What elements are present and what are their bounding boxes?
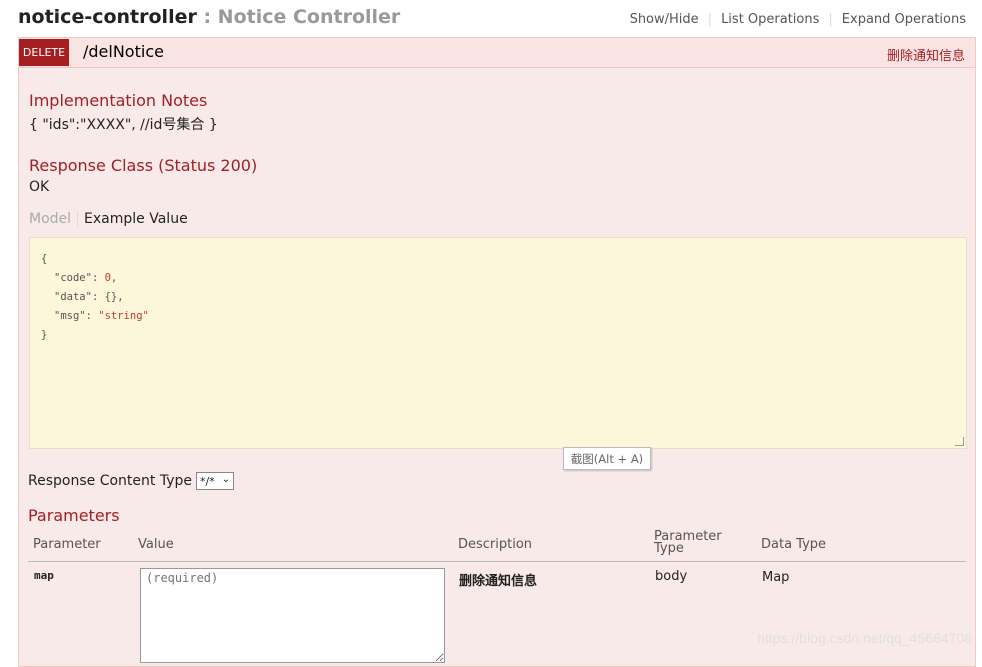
parameters-table-header: Parameter Value Description Parameter Ty… <box>28 528 966 562</box>
json-line-msg: "msg": "string" <box>54 310 149 322</box>
operation-summary[interactable]: 删除通知信息 <box>887 45 965 64</box>
json-key: "code" <box>54 272 92 284</box>
parameters-title: Parameters <box>28 506 120 525</box>
model-tabs: Model Example Value <box>29 211 188 227</box>
th-value: Value <box>138 537 174 552</box>
response-class-value: OK <box>29 179 50 195</box>
list-operations-link[interactable]: List Operations <box>712 12 828 27</box>
implementation-notes-title: Implementation Notes <box>29 91 208 110</box>
operation-path[interactable]: /delNotice <box>83 42 164 61</box>
th-parameter: Parameter <box>33 537 101 552</box>
header-links: Show/Hide | List Operations | Expand Operati… <box>621 12 966 27</box>
th-data-type: Data Type <box>761 537 827 552</box>
json-value: "string" <box>98 310 149 322</box>
response-content-type-label: Response Content Type <box>28 473 192 489</box>
operation-heading[interactable]: DELETE /delNotice 删除通知信息 <box>19 38 975 68</box>
json-line-code: "code": 0, <box>54 272 118 284</box>
watermark: https://blog.csdn.net/qq_45684708 <box>757 630 972 646</box>
json-key: "data" <box>54 291 92 303</box>
th-description: Description <box>458 537 533 552</box>
json-value: {} <box>104 291 118 303</box>
param-type: body <box>655 569 688 584</box>
json-open-brace: { <box>41 253 48 265</box>
resource-description: Notice Controller <box>217 6 401 28</box>
json-key: "msg" <box>54 310 86 322</box>
param-data-type: Map <box>762 570 790 585</box>
resource-separator: : <box>196 6 218 28</box>
response-class-title: Response Class (Status 200) <box>29 156 258 175</box>
show-hide-link[interactable]: Show/Hide <box>621 12 708 27</box>
chevron-down-icon: ⌄ <box>221 474 230 485</box>
resize-grip-icon[interactable] <box>955 437 964 446</box>
resource-header: notice-controller : Notice Controller Sh… <box>0 0 982 37</box>
response-content-type-value: */* <box>200 474 215 488</box>
implementation-notes-text: { "ids":"XXXX", //id号集合 } <box>29 117 218 133</box>
screenshot-tooltip: 截图(Alt + A) <box>563 447 651 470</box>
tab-example-value[interactable]: Example Value <box>78 211 188 227</box>
response-content-type-select[interactable]: */* ⌄ <box>196 472 234 490</box>
delete-method-badge[interactable]: DELETE <box>19 39 69 66</box>
expand-operations-link[interactable]: Expand Operations <box>833 12 966 27</box>
example-value-snippet[interactable]: { "code": 0, "data": {}, "msg": "string"… <box>29 237 967 449</box>
json-close-brace: } <box>41 329 48 341</box>
tab-model[interactable]: Model <box>29 211 79 227</box>
param-value-textarea[interactable] <box>140 568 445 663</box>
th-parameter-type: Parameter Type <box>654 529 722 556</box>
resource-title[interactable]: notice-controller : Notice Controller <box>18 6 400 28</box>
json-line-data: "data": {}, <box>54 291 124 303</box>
param-description: 删除通知信息 <box>459 574 538 589</box>
resource-name[interactable]: notice-controller <box>18 6 197 28</box>
param-name: map <box>34 569 54 582</box>
json-value: 0 <box>104 272 111 284</box>
